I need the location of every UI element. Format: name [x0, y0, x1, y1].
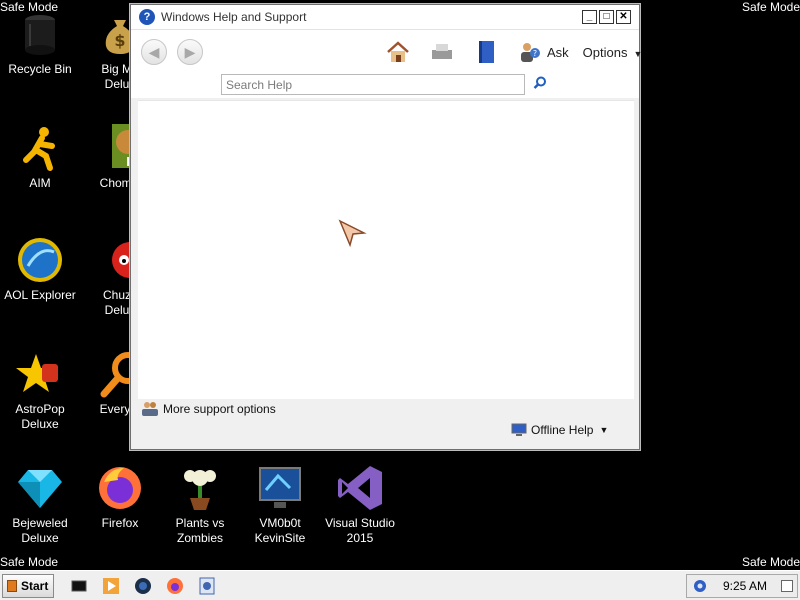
help-window-taskbar-icon[interactable] [198, 577, 216, 595]
window-title: Windows Help and Support [161, 10, 307, 24]
back-arrow-icon: ◀ [148, 43, 160, 60]
ask-label[interactable]: Ask [547, 45, 569, 60]
printer-icon [432, 44, 452, 59]
help-toolbar: ◀ ▶ ? Ask Options ▼ [131, 30, 642, 74]
desktop-icon-label: Visual Studio 2015 [325, 516, 395, 545]
desktop-icon-visual-studio[interactable]: Visual Studio 2015 [320, 464, 400, 546]
desktop-icon-vm0b0t[interactable]: VM0b0t KevinSite [240, 464, 320, 546]
recycle-bin-icon [16, 10, 64, 58]
desktop-icon-label: AstroPop Deluxe [15, 402, 65, 431]
bejeweled-gem-icon [16, 464, 64, 512]
safe-mode-label-top-right: Safe Mode [741, 0, 800, 14]
home-button[interactable] [385, 40, 411, 64]
system-tray: 9:25 AM [686, 573, 798, 598]
firefox-icon[interactable] [166, 577, 184, 595]
options-menu[interactable]: Options ▼ [583, 45, 643, 60]
book-icon [479, 41, 494, 63]
astropop-star-icon [16, 350, 64, 398]
desktop-icon-label: Plants vs Zombies [175, 516, 225, 545]
quick-launch [70, 577, 216, 595]
media-player-icon[interactable] [102, 577, 120, 595]
start-flag-icon [7, 579, 17, 592]
desktop-icon-plants-vs-zombies[interactable]: Plants vs Zombies [160, 464, 240, 546]
mouse-pointer-icon [338, 219, 367, 248]
help-content-area[interactable] [138, 100, 634, 399]
help-and-support-window[interactable]: ? Windows Help and Support _ □ ✕ ◀ ▶ ? A… [130, 4, 642, 450]
desktop-icon-bejeweled[interactable]: Bejeweled Deluxe [0, 464, 80, 546]
desktop-toggle-icon[interactable] [781, 579, 793, 592]
desktop-icon-label: Recycle Bin [8, 62, 72, 76]
print-button[interactable] [429, 40, 455, 64]
window-titlebar[interactable]: ? Windows Help and Support _ □ ✕ [131, 5, 639, 30]
aim-running-man-icon [16, 124, 64, 172]
show-desktop-icon[interactable] [70, 577, 88, 595]
desktop-icon-label: Firefox [101, 516, 139, 530]
home-icon [387, 41, 409, 62]
back-button[interactable]: ◀ [141, 39, 167, 65]
svg-text:$: $ [114, 31, 125, 50]
safe-mode-label-bottom-right: Safe Mode [741, 555, 800, 569]
clock[interactable]: 9:25 AM [723, 579, 767, 593]
forward-button[interactable]: ▶ [177, 39, 203, 65]
start-button[interactable]: Start [2, 573, 54, 598]
offline-help-menu[interactable]: Offline Help ▼ [511, 423, 608, 437]
search-input[interactable] [221, 74, 525, 95]
monitor-icon [256, 464, 304, 512]
svg-text:?: ? [533, 49, 537, 58]
search-row [131, 74, 639, 98]
search-button[interactable] [533, 76, 549, 92]
desktop-icon-label: AOL Explorer [4, 288, 76, 302]
desktop-icon-label: Bejeweled Deluxe [12, 516, 68, 545]
options-label: Options [582, 44, 628, 60]
chevron-down-icon: ▼ [633, 48, 643, 59]
support-people-icon [142, 402, 158, 416]
computer-icon [511, 423, 527, 436]
firefox-icon [96, 464, 144, 512]
network-icon[interactable] [693, 579, 707, 593]
more-support-options-label: More support options [163, 402, 276, 416]
safe-mode-label-bottom-left: Safe Mode [0, 555, 59, 569]
ask-button[interactable]: ? [517, 40, 543, 64]
aol-explorer-globe-icon [16, 236, 64, 284]
minimize-button[interactable]: _ [582, 10, 597, 24]
desktop-icon-astropop[interactable]: AstroPop Deluxe [0, 350, 80, 432]
forward-arrow-icon: ▶ [184, 43, 196, 60]
desktop-icon-firefox[interactable]: Firefox [80, 464, 160, 531]
desktop-icon-label: AIM [29, 176, 51, 190]
close-button[interactable]: ✕ [616, 10, 631, 24]
desktop-icon-aol-explorer[interactable]: AOL Explorer [0, 236, 80, 303]
visual-studio-icon [336, 464, 384, 512]
taskbar: Start 9:25 AM [0, 570, 800, 600]
help-icon: ? [139, 9, 155, 25]
browse-help-button[interactable] [473, 40, 499, 64]
desktop-icon-aim[interactable]: AIM [0, 124, 80, 191]
flower-pot-icon [176, 464, 224, 512]
desktop-icon-recycle-bin[interactable]: Recycle Bin [0, 10, 80, 77]
search-icon [533, 76, 546, 89]
maximize-button[interactable]: □ [599, 10, 614, 24]
desktop-icon-label: VM0b0t KevinSite [254, 516, 306, 545]
chevron-down-icon: ▼ [599, 425, 609, 435]
more-support-options-link[interactable]: More support options [141, 401, 276, 417]
browser-globe-icon[interactable] [134, 577, 152, 595]
ask-people-icon: ? [521, 43, 540, 62]
start-label: Start [21, 578, 49, 593]
offline-help-label: Offline Help [531, 423, 594, 437]
